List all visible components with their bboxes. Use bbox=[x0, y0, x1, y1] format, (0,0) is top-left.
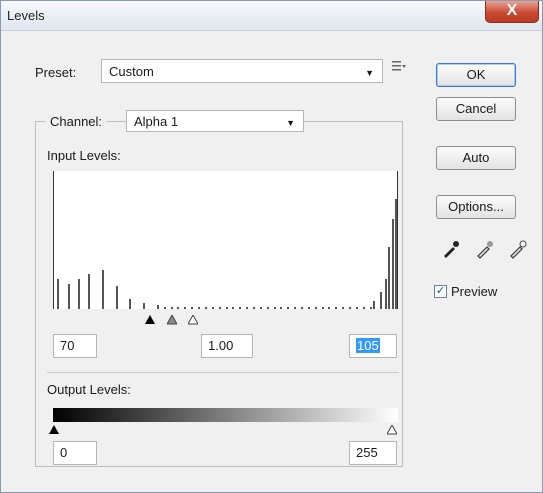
histogram-dot bbox=[184, 307, 186, 309]
histogram-dot bbox=[370, 307, 372, 309]
auto-button[interactable]: Auto bbox=[436, 146, 516, 170]
histogram-dot bbox=[274, 307, 276, 309]
histogram-dot bbox=[171, 307, 173, 309]
histogram-dot bbox=[253, 307, 255, 309]
levels-dialog: Levels X Preset: Custom ▼ OK Cancel Auto… bbox=[0, 0, 543, 493]
histogram-dot bbox=[212, 307, 214, 309]
histogram-bar bbox=[129, 299, 131, 309]
histogram-dot bbox=[322, 307, 324, 309]
gray-eyedropper-icon[interactable] bbox=[475, 239, 495, 259]
histogram-dot bbox=[335, 307, 337, 309]
histogram-dot bbox=[363, 307, 365, 309]
options-button[interactable]: Options... bbox=[436, 195, 516, 219]
preview-checkbox[interactable]: ✓ bbox=[434, 285, 447, 298]
histogram-bar bbox=[385, 279, 387, 309]
histogram-bar bbox=[57, 279, 59, 309]
histogram-dot bbox=[267, 307, 269, 309]
cancel-button[interactable]: Cancel bbox=[436, 97, 516, 121]
output-white-field[interactable]: 255 bbox=[349, 441, 397, 465]
preset-value: Custom bbox=[109, 64, 154, 79]
histogram-bar bbox=[380, 292, 382, 309]
input-black-field[interactable]: 70 bbox=[53, 334, 97, 358]
channel-label: Channel: bbox=[45, 114, 108, 129]
preview-label[interactable]: Preview bbox=[451, 284, 497, 299]
histogram-dot bbox=[342, 307, 344, 309]
output-black-field[interactable]: 0 bbox=[53, 441, 97, 465]
input-gray-slider[interactable] bbox=[166, 313, 178, 325]
output-white-slider[interactable] bbox=[386, 423, 398, 435]
histogram-bar bbox=[143, 303, 145, 309]
ok-button[interactable]: OK bbox=[436, 63, 516, 87]
histogram bbox=[53, 171, 398, 309]
histogram-bar bbox=[388, 247, 390, 309]
histogram-dot bbox=[239, 307, 241, 309]
close-button[interactable]: X bbox=[485, 1, 539, 23]
input-black-slider[interactable] bbox=[145, 313, 155, 324]
input-levels-label: Input Levels: bbox=[47, 148, 121, 163]
histogram-dot bbox=[219, 307, 221, 309]
preset-label: Preset: bbox=[35, 65, 77, 80]
preset-select[interactable]: Custom ▼ bbox=[101, 59, 383, 83]
histogram-bar bbox=[78, 279, 80, 309]
divider bbox=[47, 372, 399, 373]
histogram-dot bbox=[232, 307, 234, 309]
input-white-slider[interactable] bbox=[187, 313, 199, 325]
histogram-dot bbox=[308, 307, 310, 309]
histogram-bar bbox=[102, 270, 104, 309]
histogram-bar bbox=[392, 219, 394, 309]
histogram-dot bbox=[164, 307, 166, 309]
histogram-dot bbox=[356, 307, 358, 309]
histogram-bar bbox=[116, 286, 118, 309]
window-title: Levels bbox=[7, 8, 45, 23]
histogram-dot bbox=[191, 307, 193, 309]
histogram-bar bbox=[373, 301, 375, 309]
histogram-dot bbox=[280, 307, 282, 309]
histogram-dot bbox=[315, 307, 317, 309]
chevron-down-icon: ▼ bbox=[365, 68, 374, 78]
chevron-down-icon: ▼ bbox=[286, 118, 295, 128]
preset-options-menu-icon[interactable] bbox=[392, 60, 406, 72]
histogram-bar bbox=[157, 305, 159, 309]
histogram-dot bbox=[349, 307, 351, 309]
histogram-bar bbox=[68, 284, 70, 309]
white-eyedropper-icon[interactable] bbox=[508, 239, 528, 259]
black-eyedropper-icon[interactable] bbox=[441, 239, 461, 259]
histogram-dot bbox=[226, 307, 228, 309]
output-gradient-bar bbox=[53, 408, 398, 422]
histogram-dot bbox=[294, 307, 296, 309]
histogram-dot bbox=[287, 307, 289, 309]
output-black-slider[interactable] bbox=[49, 423, 59, 434]
input-gamma-field[interactable]: 1.00 bbox=[201, 334, 253, 358]
histogram-dot bbox=[260, 307, 262, 309]
channel-select[interactable]: Alpha 1 ▼ bbox=[126, 110, 304, 132]
histogram-bar bbox=[88, 274, 90, 309]
histogram-dot bbox=[205, 307, 207, 309]
histogram-dot bbox=[198, 307, 200, 309]
input-white-value: 105 bbox=[356, 338, 380, 353]
title-bar: Levels X bbox=[1, 1, 542, 31]
output-levels-label: Output Levels: bbox=[47, 382, 131, 397]
histogram-dot bbox=[301, 307, 303, 309]
histogram-dot bbox=[328, 307, 330, 309]
histogram-bar bbox=[395, 199, 397, 309]
histogram-dot bbox=[246, 307, 248, 309]
input-white-field[interactable]: 105 bbox=[349, 334, 397, 358]
channel-value: Alpha 1 bbox=[134, 114, 179, 129]
histogram-dot bbox=[177, 307, 179, 309]
